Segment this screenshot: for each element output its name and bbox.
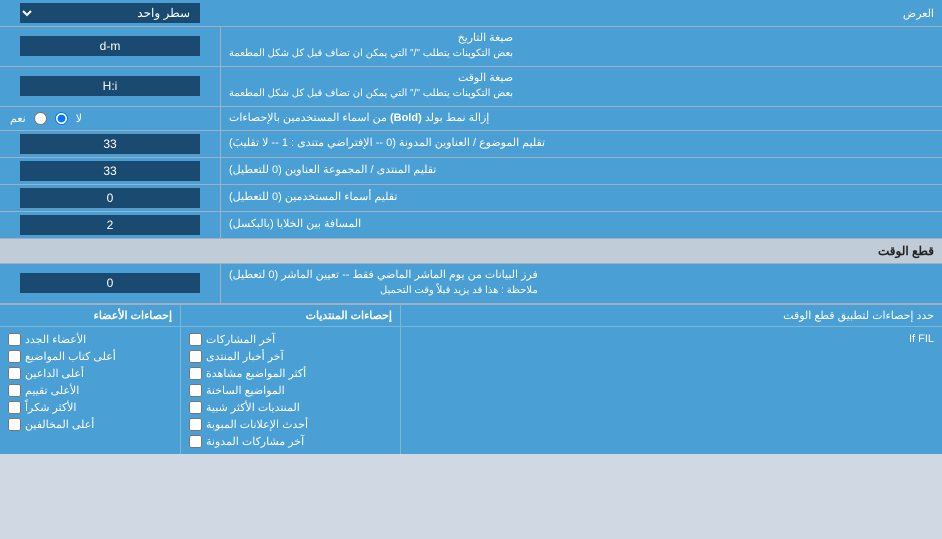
stats-post-item-2: آخر أخبار المنتدى <box>189 348 392 365</box>
checkbox-forum-news[interactable] <box>189 350 202 363</box>
date-format-label: صيغة التاريخبعض التكوينات يتطلب "/" التي… <box>220 27 942 66</box>
stats-post-item-7: آخر مشاركات المدونة <box>189 433 392 450</box>
checkbox-latest-posts[interactable] <box>189 333 202 346</box>
forum-titles-row: تقليم المنتدى / المجموعة العناوين (0 للت… <box>0 158 942 185</box>
cell-padding-input[interactable] <box>20 215 200 235</box>
stats-posts-header: إحصاءات المنتديات <box>180 305 400 326</box>
stats-section: حدد إحصاءات لتطبيق قطع الوقت إحصاءات الم… <box>0 304 942 454</box>
forum-titles-input-cell <box>0 158 220 184</box>
usernames-label: تقليم أسماء المستخدمين (0 للتعطيل) <box>220 185 942 211</box>
stats-member-item-3: أعلى الداعين <box>8 365 172 382</box>
cell-padding-label: المسافة بين الخلايا (بالبكسل) <box>220 212 942 238</box>
checkbox-most-thanked[interactable] <box>8 401 21 414</box>
display-dropdown-cell: سطر واحد سطران ثلاثة أسطر <box>0 0 220 26</box>
checkbox-blog-posts[interactable] <box>189 435 202 448</box>
stats-member-item-2: أعلى كتاب المواضيع <box>8 348 172 365</box>
topic-titles-label: تقليم الموضوع / العناوين المدونة (0 -- ا… <box>220 131 942 157</box>
display-label: العرض <box>220 3 942 24</box>
display-dropdown[interactable]: سطر واحد سطران ثلاثة أسطر <box>20 3 200 23</box>
cut-time-input[interactable] <box>20 273 200 293</box>
usernames-input[interactable] <box>20 188 200 208</box>
forum-titles-label: تقليم المنتدى / المجموعة العناوين (0 للت… <box>220 158 942 184</box>
stats-members-col: الأعضاء الجدد أعلى كتاب المواضيع أعلى ال… <box>0 327 180 454</box>
stats-first-col-label: If FIL <box>909 333 934 345</box>
date-format-input-cell <box>0 27 220 66</box>
checkbox-top-posters[interactable] <box>8 350 21 363</box>
stats-member-item-1: الأعضاء الجدد <box>8 331 172 348</box>
stats-limit-label: حدد إحصاءات لتطبيق قطع الوقت <box>400 305 942 326</box>
radio-yes[interactable] <box>34 112 47 125</box>
time-format-input[interactable] <box>20 76 200 96</box>
time-format-label: صيغة الوقتبعض التكوينات يتطلب "/" التي ي… <box>220 67 942 106</box>
checkbox-top-inviters[interactable] <box>8 367 21 380</box>
stats-post-item-1: آخر المشاركات <box>189 331 392 348</box>
usernames-row: تقليم أسماء المستخدمين (0 للتعطيل) <box>0 185 942 212</box>
checkbox-most-viewed[interactable] <box>189 367 202 380</box>
stats-post-item-6: أحدث الإعلانات المبوبة <box>189 416 392 433</box>
stats-post-item-3: أكثر المواضيع مشاهدة <box>189 365 392 382</box>
time-format-row: صيغة الوقتبعض التكوينات يتطلب "/" التي ي… <box>0 67 942 107</box>
date-format-row: صيغة التاريخبعض التكوينات يتطلب "/" التي… <box>0 27 942 67</box>
stats-member-item-6: أعلى المخالفين <box>8 416 172 433</box>
stats-member-item-5: الأكثر شكراً <box>8 399 172 416</box>
forum-titles-input[interactable] <box>20 161 200 181</box>
stats-post-item-5: المنتديات الأكثر شبية <box>189 399 392 416</box>
radio-yes-label: نعم <box>10 112 26 125</box>
stats-member-item-4: الأعلى تقييم <box>8 382 172 399</box>
cut-time-input-cell <box>0 264 220 303</box>
checkbox-latest-classifieds[interactable] <box>189 418 202 431</box>
stats-items-container: If FIL آخر المشاركات آخر أخبار المنتدى أ… <box>0 327 942 454</box>
cell-padding-row: المسافة بين الخلايا (بالبكسل) <box>0 212 942 239</box>
time-format-input-cell <box>0 67 220 106</box>
topic-titles-input[interactable] <box>20 134 200 154</box>
cut-time-section-header: قطع الوقت <box>0 239 942 264</box>
checkbox-top-violators[interactable] <box>8 418 21 431</box>
stats-first-col: If FIL <box>400 327 942 454</box>
usernames-input-cell <box>0 185 220 211</box>
bold-remove-label: إزالة نمط بولد (Bold) من اسماء المستخدمي… <box>220 107 942 130</box>
topic-titles-input-cell <box>0 131 220 157</box>
checkbox-popular-forums[interactable] <box>189 401 202 414</box>
checkbox-top-rated[interactable] <box>8 384 21 397</box>
stats-header-row: حدد إحصاءات لتطبيق قطع الوقت إحصاءات الم… <box>0 305 942 327</box>
checkbox-hot-topics[interactable] <box>189 384 202 397</box>
date-format-input[interactable] <box>20 36 200 56</box>
stats-post-item-4: المواضيع الساخنة <box>189 382 392 399</box>
cut-time-row: فرز البيانات من يوم الماشر الماضي فقط --… <box>0 264 942 304</box>
cut-time-label: فرز البيانات من يوم الماشر الماضي فقط --… <box>220 264 942 303</box>
stats-members-header: إحصاءات الأعضاء <box>0 305 180 326</box>
bold-remove-row: إزالة نمط بولد (Bold) من اسماء المستخدمي… <box>0 107 942 131</box>
checkbox-new-members[interactable] <box>8 333 21 346</box>
cell-padding-input-cell <box>0 212 220 238</box>
top-display-row: العرض سطر واحد سطران ثلاثة أسطر <box>0 0 942 27</box>
bold-radio-cell: لا نعم <box>0 107 220 130</box>
topic-titles-row: تقليم الموضوع / العناوين المدونة (0 -- ا… <box>0 131 942 158</box>
radio-no[interactable] <box>55 112 68 125</box>
stats-posts-col: آخر المشاركات آخر أخبار المنتدى أكثر الم… <box>180 327 400 454</box>
radio-no-label: لا <box>76 112 82 125</box>
